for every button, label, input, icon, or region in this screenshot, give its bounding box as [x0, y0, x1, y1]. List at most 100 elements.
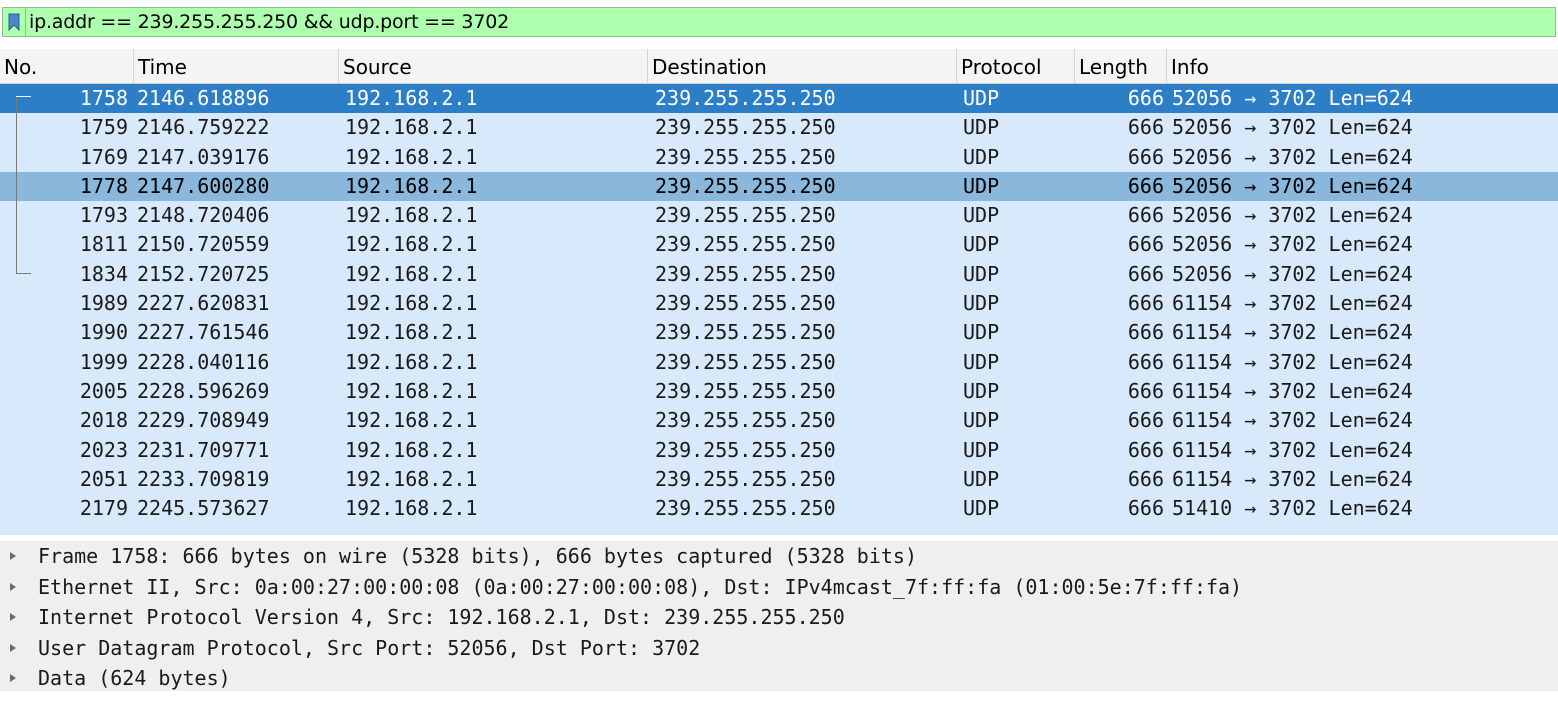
packet-number-cell: 2018: [79, 408, 128, 433]
packet-row[interactable]: 2018 2229.708949 192.168.2.1 239.255.255.25…: [0, 406, 1558, 436]
packet-details-pane[interactable]: Frame 1758: 666 bytes on wire (5328 bits…: [0, 541, 1558, 691]
packet-row[interactable]: 1769 2147.039176 192.168.2.1 239.255.255.25…: [0, 142, 1558, 172]
packet-protocol-cell: UDP: [963, 144, 1000, 169]
packet-time-cell: 2152.720725: [137, 261, 270, 286]
packet-number-cell: 2179: [79, 496, 128, 521]
packet-length-cell: 666: [1127, 437, 1164, 462]
packet-time-cell: 2229.708949: [137, 408, 270, 433]
detail-tree-label: Ethernet II, Src: 0a:00:27:00:00:08 (0a:…: [38, 574, 1243, 599]
packet-info-cell: 52056 → 3702 Len=624: [1172, 203, 1413, 228]
column-header-no[interactable]: No.: [0, 49, 133, 84]
packet-destination-cell: 239.255.255.250: [655, 378, 836, 403]
packet-info-cell: 61154 → 3702 Len=624: [1172, 466, 1413, 491]
column-header-length[interactable]: Length: [1074, 49, 1166, 84]
packet-row[interactable]: 2179 2245.573627 192.168.2.1 239.255.255.25…: [0, 494, 1558, 524]
packet-length-cell: 666: [1127, 408, 1164, 433]
packet-destination-cell: 239.255.255.250: [655, 291, 836, 316]
packet-row[interactable]: 1793 2148.720406 192.168.2.1 239.255.255.25…: [0, 201, 1558, 231]
packet-destination-cell: 239.255.255.250: [655, 173, 836, 198]
packet-info-cell: 61154 → 3702 Len=624: [1172, 378, 1413, 403]
packet-protocol-cell: UDP: [963, 378, 1000, 403]
packet-protocol-cell: UDP: [963, 115, 1000, 140]
packet-row[interactable]: 1999 2228.040116 192.168.2.1 239.255.255.25…: [0, 347, 1558, 377]
packet-number-cell: 1793: [79, 203, 128, 228]
packet-info-cell: 51410 → 3702 Len=624: [1172, 496, 1413, 521]
packet-protocol-cell: UDP: [963, 291, 1000, 316]
packet-info-cell: 61154 → 3702 Len=624: [1172, 291, 1413, 316]
packet-number-cell: 1990: [79, 320, 128, 345]
packet-number-cell: 1758: [79, 86, 128, 110]
packet-time-cell: 2231.709771: [137, 437, 270, 462]
expand-arrow-icon[interactable]: [10, 613, 16, 621]
packet-row[interactable]: 1811 2150.720559 192.168.2.1 239.255.255.25…: [0, 230, 1558, 260]
packet-row[interactable]: 1759 2146.759222 192.168.2.1 239.255.255.25…: [0, 113, 1558, 143]
packet-source-cell: 192.168.2.1: [345, 115, 478, 140]
packet-length-cell: 666: [1127, 496, 1164, 521]
packet-list[interactable]: No. Time Source Destination Protocol Len…: [0, 49, 1558, 535]
packet-source-cell: 192.168.2.1: [345, 466, 478, 491]
packet-number-cell: 1999: [79, 349, 128, 374]
packet-info-cell: 52056 → 3702 Len=624: [1172, 173, 1413, 198]
packet-row[interactable]: 1990 2227.761546 192.168.2.1 239.255.255.25…: [0, 318, 1558, 348]
packet-row[interactable]: 1758 2146.618896 192.168.2.1 239.255.255.25…: [0, 84, 1558, 114]
packet-destination-cell: 239.255.255.250: [655, 349, 836, 374]
packet-protocol-cell: UDP: [963, 496, 1000, 521]
packet-protocol-cell: UDP: [963, 261, 1000, 286]
packet-row[interactable]: 1989 2227.620831 192.168.2.1 239.255.255.25…: [0, 289, 1558, 319]
packet-time-cell: 2150.720559: [137, 232, 270, 257]
packet-length-cell: 666: [1127, 232, 1164, 257]
packet-length-cell: 666: [1127, 86, 1164, 110]
packet-destination-cell: 239.255.255.250: [655, 144, 836, 169]
packet-protocol-cell: UDP: [963, 320, 1000, 345]
packet-row[interactable]: 2005 2228.596269 192.168.2.1 239.255.255.25…: [0, 376, 1558, 407]
column-header-protocol[interactable]: Protocol: [956, 49, 1074, 84]
packet-row[interactable]: 1778 2147.600280 192.168.2.1 239.255.255.25…: [0, 171, 1558, 202]
expand-arrow-icon[interactable]: [10, 674, 16, 682]
display-filter-bar[interactable]: ip.addr == 239.255.255.250 && udp.port =…: [2, 7, 1556, 37]
column-header-time[interactable]: Time: [133, 49, 338, 84]
packet-protocol-cell: UDP: [963, 408, 1000, 433]
packet-list-header: No. Time Source Destination Protocol Len…: [0, 49, 1558, 84]
packet-source-cell: 192.168.2.1: [345, 261, 478, 286]
packet-number-cell: 1769: [79, 144, 128, 169]
column-header-source[interactable]: Source: [338, 49, 647, 84]
packet-destination-cell: 239.255.255.250: [655, 261, 836, 286]
packet-time-cell: 2147.600280: [137, 173, 270, 198]
packet-info-cell: 52056 → 3702 Len=624: [1172, 232, 1413, 257]
column-header-info[interactable]: Info: [1166, 49, 1558, 84]
conversation-bracket-end: [16, 273, 31, 274]
packet-time-cell: 2245.573627: [137, 496, 270, 521]
packet-info-cell: 61154 → 3702 Len=624: [1172, 320, 1413, 345]
detail-tree-label: Data (624 bytes): [38, 666, 231, 690]
expand-arrow-icon[interactable]: [10, 582, 16, 591]
conversation-bracket-line: [16, 96, 17, 273]
packet-source-cell: 192.168.2.1: [345, 203, 478, 228]
packet-row[interactable]: 2023 2231.709771 192.168.2.1 239.255.255.25…: [0, 435, 1558, 465]
packet-length-cell: 666: [1127, 173, 1164, 198]
display-filter-input[interactable]: ip.addr == 239.255.255.250 && udp.port =…: [29, 11, 509, 33]
packet-length-cell: 666: [1127, 203, 1164, 228]
packet-source-cell: 192.168.2.1: [345, 144, 478, 169]
column-header-destination[interactable]: Destination: [647, 49, 956, 84]
packet-length-cell: 666: [1127, 466, 1164, 491]
expand-arrow-icon[interactable]: [10, 552, 16, 560]
packet-length-cell: 666: [1127, 115, 1164, 140]
packet-length-cell: 666: [1127, 320, 1164, 345]
packet-protocol-cell: UDP: [963, 203, 1000, 228]
packet-info-cell: 52056 → 3702 Len=624: [1172, 144, 1413, 169]
bookmark-icon[interactable]: [3, 8, 26, 36]
packet-protocol-cell: UDP: [963, 349, 1000, 374]
packet-info-cell: 61154 → 3702 Len=624: [1172, 349, 1413, 374]
expand-arrow-icon[interactable]: [10, 643, 16, 652]
packet-row[interactable]: 1834 2152.720725 192.168.2.1 239.255.255.25…: [0, 259, 1558, 290]
packet-time-cell: 2228.040116: [137, 349, 270, 374]
packet-destination-cell: 239.255.255.250: [655, 437, 836, 462]
packet-time-cell: 2227.620831: [137, 291, 270, 316]
packet-source-cell: 192.168.2.1: [345, 320, 478, 345]
packet-row[interactable]: 2051 2233.709819 192.168.2.1 239.255.255.25…: [0, 464, 1558, 495]
packet-number-cell: 1759: [79, 115, 128, 140]
packet-source-cell: 192.168.2.1: [345, 86, 478, 110]
packet-number-cell: 1778: [79, 173, 128, 198]
packet-source-cell: 192.168.2.1: [345, 232, 478, 257]
packet-destination-cell: 239.255.255.250: [655, 232, 836, 257]
